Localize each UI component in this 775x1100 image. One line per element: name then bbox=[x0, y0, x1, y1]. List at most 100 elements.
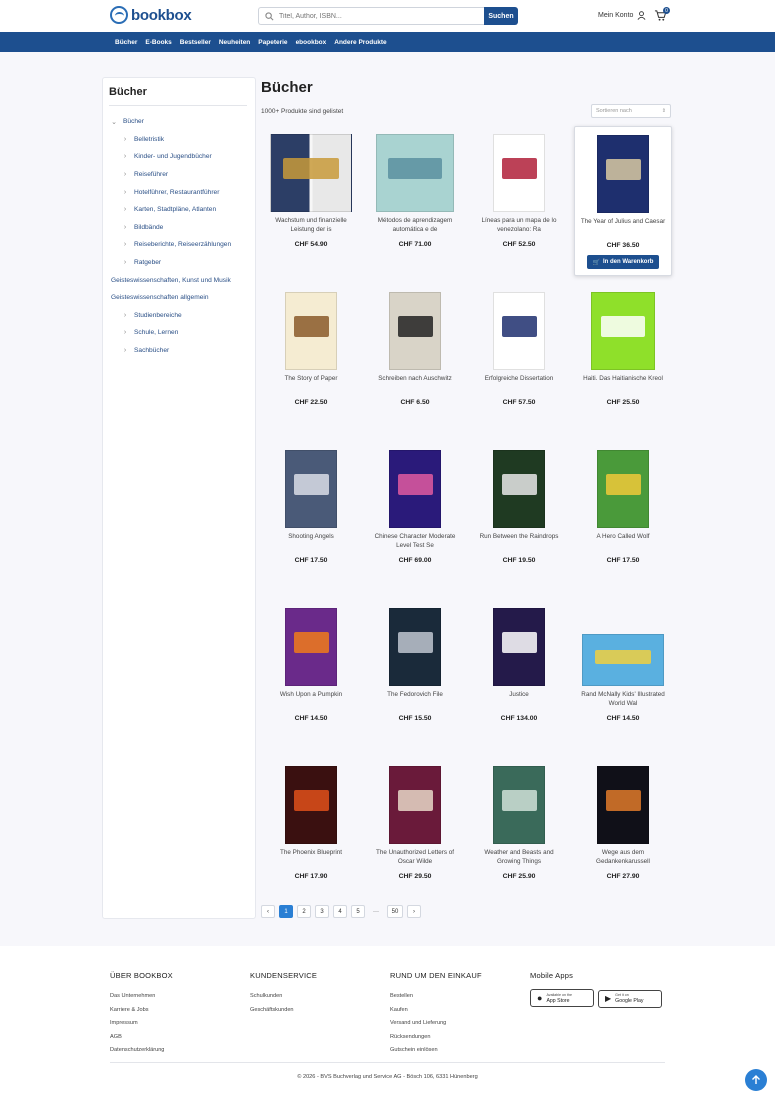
product-cover-image[interactable] bbox=[285, 766, 337, 844]
product-card[interactable]: Líneas para un mapa de lo venezolano: Ra… bbox=[470, 126, 568, 276]
product-cover-image[interactable] bbox=[493, 766, 545, 844]
product-title[interactable]: Haiti. Das Haitianische Kreol bbox=[578, 374, 668, 383]
product-card[interactable]: Erfolgreiche Dissertation CHF 57.50 bbox=[470, 284, 568, 434]
nav-item-ebookbox[interactable]: ebookbox bbox=[296, 39, 327, 46]
product-cover-image[interactable] bbox=[582, 634, 664, 686]
product-card[interactable]: The Fedorovich File CHF 15.50 bbox=[366, 600, 464, 750]
cart-button[interactable]: 0 bbox=[654, 7, 670, 23]
nav-item-neuheiten[interactable]: Neuheiten bbox=[219, 39, 250, 46]
sidebar-item[interactable]: › Kinder- und Jugendbücher bbox=[111, 148, 251, 166]
page-button[interactable]: 5 bbox=[351, 905, 365, 918]
page-button[interactable]: 50 bbox=[387, 905, 403, 918]
product-title[interactable]: Weather and Beasts and Growing Things bbox=[474, 848, 564, 866]
product-cover-image[interactable] bbox=[493, 292, 545, 370]
sidebar-item[interactable]: › Reiseführer bbox=[111, 166, 251, 184]
nav-item-ebooks[interactable]: E-Books bbox=[145, 39, 171, 46]
next-page-button[interactable]: › bbox=[407, 905, 421, 918]
product-card[interactable]: Weather and Beasts and Growing Things CHF… bbox=[470, 758, 568, 908]
product-title[interactable]: Chinese Character Moderate Level Test Se bbox=[370, 532, 460, 550]
footer-link[interactable]: Rücksendungen bbox=[390, 1031, 482, 1045]
product-card[interactable]: The Phoenix Blueprint CHF 17.90 bbox=[262, 758, 360, 908]
product-title[interactable]: Justice bbox=[474, 690, 564, 699]
product-card[interactable]: Wachstum und finanzielle Leistung der is… bbox=[262, 126, 360, 276]
product-title[interactable]: Run Between the Raindrops bbox=[474, 532, 564, 541]
product-card[interactable]: Schreiben nach Auschwitz CHF 6.50 bbox=[366, 284, 464, 434]
product-cover-image[interactable] bbox=[493, 450, 545, 528]
footer-link[interactable]: Karriere & Jobs bbox=[110, 1004, 173, 1018]
footer-link[interactable]: Versand und Lieferung bbox=[390, 1017, 482, 1031]
product-cover-image[interactable] bbox=[376, 134, 454, 212]
sort-select[interactable]: Sortieren nach ⇕ bbox=[591, 104, 671, 118]
product-cover-image[interactable] bbox=[285, 292, 337, 370]
nav-item-andere-produkte[interactable]: Andere Produkte bbox=[334, 39, 386, 46]
product-card[interactable]: A Hero Called Wolf CHF 17.50 bbox=[574, 442, 672, 592]
product-card[interactable]: Chinese Character Moderate Level Test Se… bbox=[366, 442, 464, 592]
footer-link[interactable]: Impressum bbox=[110, 1017, 173, 1031]
sidebar-item[interactable]: › Schule, Lernen bbox=[111, 324, 251, 342]
page-button[interactable]: 1 bbox=[279, 905, 293, 918]
product-cover-image[interactable] bbox=[493, 134, 545, 212]
product-card[interactable]: Haiti. Das Haitianische Kreol CHF 25.50 bbox=[574, 284, 672, 434]
product-title[interactable]: Wachstum und finanzielle Leistung der is bbox=[266, 216, 356, 234]
account-link[interactable]: Mein Konto bbox=[598, 11, 646, 20]
product-cover-image[interactable] bbox=[597, 766, 649, 844]
product-title[interactable]: Rand McNally Kids' Illustrated World Wal bbox=[578, 690, 668, 708]
add-to-cart-button[interactable]: 🛒 In den Warenkorb bbox=[587, 255, 659, 269]
product-card[interactable]: Wege aus dem Gedankenkarussell CHF 27.90 bbox=[574, 758, 672, 908]
product-cover-image[interactable] bbox=[493, 608, 545, 686]
sidebar-item[interactable]: ⌄ Bücher bbox=[111, 113, 251, 131]
product-cover-image[interactable] bbox=[389, 608, 441, 686]
sidebar-item[interactable]: › Belletristik bbox=[111, 131, 251, 149]
footer-link[interactable]: AGB bbox=[110, 1031, 173, 1045]
sidebar-item[interactable]: Geisteswissenschaften, Kunst und Musik bbox=[111, 271, 251, 289]
footer-link[interactable]: Kaufen bbox=[390, 1004, 482, 1018]
footer-link[interactable]: Bestellen bbox=[390, 990, 482, 1004]
footer-link[interactable]: Schulkunden bbox=[250, 990, 317, 1004]
product-title[interactable]: Líneas para un mapa de lo venezolano: Ra bbox=[474, 216, 564, 234]
search-input[interactable] bbox=[279, 12, 459, 20]
app-store-badge[interactable]: ● Available on the App Store bbox=[530, 989, 594, 1007]
product-title[interactable]: The Story of Paper bbox=[266, 374, 356, 383]
page-button[interactable]: 2 bbox=[297, 905, 311, 918]
product-cover-image[interactable] bbox=[285, 450, 337, 528]
product-card[interactable]: Run Between the Raindrops CHF 19.50 bbox=[470, 442, 568, 592]
product-title[interactable]: The Phoenix Blueprint bbox=[266, 848, 356, 857]
product-title[interactable]: Wish Upon a Pumpkin bbox=[266, 690, 356, 699]
footer-link[interactable]: Gutschein einlösen bbox=[390, 1044, 482, 1058]
product-cover-image[interactable] bbox=[389, 450, 441, 528]
product-title[interactable]: The Fedorovich File bbox=[370, 690, 460, 699]
product-card[interactable]: The Story of Paper CHF 22.50 bbox=[262, 284, 360, 434]
product-cover-image[interactable] bbox=[597, 135, 649, 213]
product-title[interactable]: The Year of Julius and Caesar bbox=[579, 217, 667, 226]
product-card[interactable]: The Year of Julius and Caesar CHF 36.50 🛒 I… bbox=[574, 126, 672, 276]
product-title[interactable]: The Unauthorized Letters of Oscar Wilde bbox=[370, 848, 460, 866]
product-card[interactable]: Justice CHF 134.00 bbox=[470, 600, 568, 750]
search-button[interactable]: Suchen bbox=[484, 7, 518, 25]
sidebar-item[interactable]: › Sachbücher bbox=[111, 342, 251, 360]
product-cover-image[interactable] bbox=[285, 608, 337, 686]
page-button[interactable]: 3 bbox=[315, 905, 329, 918]
footer-link[interactable]: Datenschutzerklärung bbox=[110, 1044, 173, 1058]
product-title[interactable]: Erfolgreiche Dissertation bbox=[474, 374, 564, 383]
sidebar-item[interactable]: › Studienbereiche bbox=[111, 307, 251, 325]
logo[interactable]: bookbox bbox=[110, 6, 192, 24]
product-title[interactable]: A Hero Called Wolf bbox=[578, 532, 668, 541]
footer-link[interactable]: Geschäftskunden bbox=[250, 1004, 317, 1018]
product-card[interactable]: Wish Upon a Pumpkin CHF 14.50 bbox=[262, 600, 360, 750]
sidebar-item[interactable]: › Ratgeber bbox=[111, 254, 251, 272]
prev-page-button[interactable]: ‹ bbox=[261, 905, 275, 918]
nav-item-bestseller[interactable]: Bestseller bbox=[180, 39, 211, 46]
sidebar-item[interactable]: › Karten, Stadtpläne, Atlanten bbox=[111, 201, 251, 219]
product-title[interactable]: Wege aus dem Gedankenkarussell bbox=[578, 848, 668, 866]
footer-link[interactable]: Das Unternehmen bbox=[110, 990, 173, 1004]
product-cover-image[interactable] bbox=[591, 292, 655, 370]
nav-item-buecher[interactable]: Bücher bbox=[115, 39, 137, 46]
search-field[interactable] bbox=[258, 7, 484, 25]
product-title[interactable]: Schreiben nach Auschwitz bbox=[370, 374, 460, 383]
scroll-to-top-button[interactable] bbox=[745, 1069, 767, 1091]
sidebar-item[interactable]: › Hotelführer, Restaurantführer bbox=[111, 183, 251, 201]
product-cover-image[interactable] bbox=[597, 450, 649, 528]
product-cover-image[interactable] bbox=[389, 292, 441, 370]
product-card[interactable]: The Unauthorized Letters of Oscar Wilde C… bbox=[366, 758, 464, 908]
product-title[interactable]: Métodos de aprendizagem automática e de bbox=[370, 216, 460, 234]
